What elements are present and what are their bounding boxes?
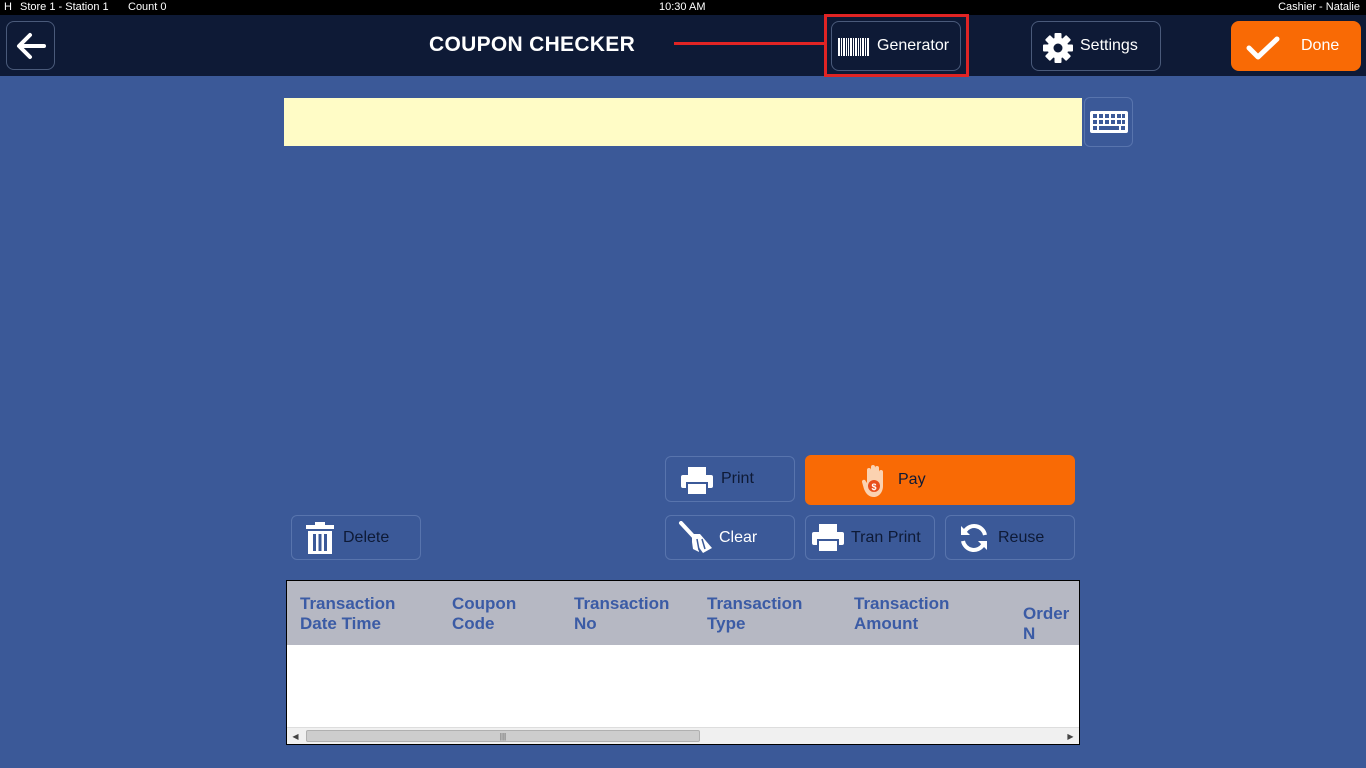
mode-indicator: H <box>4 1 12 13</box>
back-button[interactable] <box>6 21 55 70</box>
coupon-code-input[interactable] <box>284 98 1082 146</box>
reuse-button[interactable]: Reuse <box>945 515 1075 560</box>
count-label: Count 0 <box>128 1 167 13</box>
gear-icon <box>1043 33 1073 63</box>
keyboard-button[interactable] <box>1084 97 1133 147</box>
printer-icon <box>681 467 713 496</box>
delete-button[interactable]: Delete <box>291 515 421 560</box>
delete-label: Delete <box>343 528 390 546</box>
pay-label: Pay <box>898 471 926 488</box>
svg-text:$: $ <box>871 482 876 492</box>
station-label: Store 1 - Station 1 <box>20 1 109 13</box>
trash-icon <box>306 522 334 554</box>
done-button[interactable]: Done <box>1231 21 1361 71</box>
barcode-icon <box>838 38 869 56</box>
pay-button[interactable]: $ Pay <box>805 455 1075 505</box>
arrow-left-icon <box>16 32 46 59</box>
header-bar: COUPON CHECKER Generator Settings Done <box>0 14 1366 77</box>
clear-button[interactable]: Clear <box>665 515 795 560</box>
scroll-left-arrow-icon[interactable]: ◀ <box>287 728 304 744</box>
column-header-coupon-code[interactable]: Coupon Code <box>452 594 516 634</box>
column-header-order-no[interactable]: Order N <box>1023 604 1079 644</box>
settings-button[interactable]: Settings <box>1031 21 1161 71</box>
scroll-right-arrow-icon[interactable]: ▶ <box>1062 728 1079 744</box>
print-label: Print <box>721 470 754 487</box>
column-header-transaction-type[interactable]: Transaction Type <box>707 594 802 634</box>
cashier-label: Cashier - Natalie <box>1278 1 1360 13</box>
status-bar: H Store 1 - Station 1 Count 0 10:30 AM C… <box>0 0 1366 15</box>
checkmark-icon <box>1246 36 1280 60</box>
column-header-date-time[interactable]: Transaction Date Time <box>300 594 395 634</box>
horizontal-scrollbar[interactable]: ◀ ||| ▶ <box>287 727 1079 744</box>
broom-icon <box>679 521 712 553</box>
page-title: COUPON CHECKER <box>429 33 636 56</box>
done-label: Done <box>1301 37 1340 54</box>
keyboard-icon <box>1089 111 1128 133</box>
generator-label: Generator <box>877 37 950 54</box>
tran-print-label: Tran Print <box>851 528 921 546</box>
settings-label: Settings <box>1080 37 1138 54</box>
reuse-label: Reuse <box>998 528 1045 546</box>
print-button[interactable]: Print <box>665 456 795 502</box>
clear-label: Clear <box>719 528 758 546</box>
generator-button[interactable]: Generator <box>831 21 961 71</box>
column-header-transaction-amount[interactable]: Transaction Amount <box>854 594 949 634</box>
column-header-transaction-no[interactable]: Transaction No <box>574 594 669 634</box>
tran-print-button[interactable]: Tran Print <box>805 515 935 560</box>
scrollbar-thumb[interactable]: ||| <box>306 730 700 742</box>
printer-icon <box>812 524 844 553</box>
highlight-connector <box>674 42 826 45</box>
refresh-icon <box>961 524 987 552</box>
transactions-table: Transaction Date Time Coupon Code Transa… <box>286 580 1080 745</box>
hand-money-icon: $ <box>862 465 883 497</box>
clock: 10:30 AM <box>659 1 706 13</box>
table-header: Transaction Date Time Coupon Code Transa… <box>287 581 1079 645</box>
